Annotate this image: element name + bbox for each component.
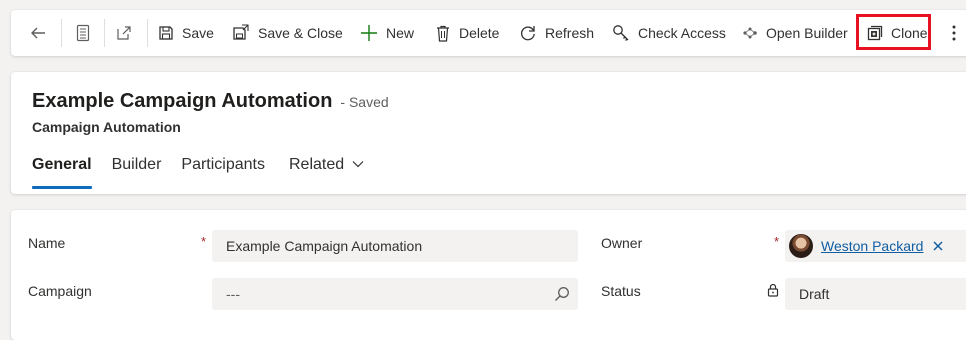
status-field: Draft xyxy=(785,278,966,310)
open-builder-button[interactable]: Open Builder xyxy=(742,10,848,56)
general-section: Name * Example Campaign Automation Owner… xyxy=(11,210,966,340)
save-and-close-button[interactable]: Save & Close xyxy=(232,10,343,56)
record-header: Example Campaign Automation - Saved Camp… xyxy=(11,72,966,194)
tab-related[interactable]: Related xyxy=(289,156,364,189)
refresh-button[interactable]: Refresh xyxy=(519,10,594,56)
tab-builder-label: Builder xyxy=(111,156,162,173)
campaign-lookup-field[interactable]: --- xyxy=(212,278,578,310)
name-field[interactable]: Example Campaign Automation xyxy=(212,230,578,262)
save-and-close-label: Save & Close xyxy=(258,25,343,41)
entity-name: Campaign Automation xyxy=(32,119,181,135)
owner-lookup-field[interactable]: Weston Packard xyxy=(785,230,966,262)
back-button[interactable] xyxy=(29,10,47,56)
refresh-icon xyxy=(521,26,535,41)
tab-list: General Builder Participants Related xyxy=(32,156,384,189)
new-button[interactable]: New xyxy=(360,10,414,56)
tab-participants[interactable]: Participants xyxy=(181,156,265,189)
form-selector-button[interactable] xyxy=(75,10,91,56)
check-access-label: Check Access xyxy=(638,25,726,41)
trash-icon xyxy=(437,25,449,42)
delete-button[interactable]: Delete xyxy=(435,10,499,56)
tab-general[interactable]: General xyxy=(32,156,92,189)
separator xyxy=(104,19,105,47)
tab-general-label: General xyxy=(32,156,92,173)
owner-label: Owner xyxy=(601,235,643,251)
more-vertical-icon xyxy=(952,25,956,41)
tab-participants-label: Participants xyxy=(181,156,265,173)
flow-builder-icon xyxy=(743,27,757,39)
open-builder-label: Open Builder xyxy=(766,25,848,41)
clone-highlight-box xyxy=(856,14,931,50)
document-icon xyxy=(76,24,90,42)
save-close-icon xyxy=(233,24,249,40)
chevron-down-icon xyxy=(352,161,364,168)
more-commands-button[interactable] xyxy=(951,10,957,56)
required-marker: * xyxy=(201,234,207,249)
back-arrow-icon xyxy=(31,27,45,39)
save-button[interactable]: Save xyxy=(158,10,214,56)
status-label: Status xyxy=(601,283,641,299)
save-icon xyxy=(159,26,173,40)
close-icon[interactable] xyxy=(933,241,943,251)
save-status: - Saved xyxy=(340,94,389,110)
required-marker: * xyxy=(774,234,780,249)
save-label: Save xyxy=(182,25,214,41)
delete-label: Delete xyxy=(459,25,500,41)
status-value: Draft xyxy=(799,286,830,302)
tab-related-label: Related xyxy=(289,156,345,173)
pop-out-button[interactable] xyxy=(115,10,133,56)
campaign-label: Campaign xyxy=(28,283,92,299)
owner-link[interactable]: Weston Packard xyxy=(821,238,923,254)
command-bar: Save Save & Close New Delete Refresh Che… xyxy=(11,10,966,56)
name-label: Name xyxy=(28,235,66,251)
check-access-button[interactable]: Check Access xyxy=(612,10,726,56)
plus-icon xyxy=(361,25,377,41)
campaign-value: --- xyxy=(226,286,240,302)
avatar xyxy=(789,234,813,258)
lock-icon xyxy=(767,283,779,297)
pop-out-icon xyxy=(117,26,131,40)
key-icon xyxy=(613,25,629,41)
refresh-label: Refresh xyxy=(545,25,595,41)
name-value: Example Campaign Automation xyxy=(226,238,423,254)
search-icon[interactable] xyxy=(554,286,570,302)
tab-builder[interactable]: Builder xyxy=(112,156,162,189)
title-row: Example Campaign Automation - Saved xyxy=(32,90,389,113)
new-label: New xyxy=(386,25,415,41)
record-title: Example Campaign Automation xyxy=(32,90,333,112)
separator xyxy=(61,19,62,47)
separator xyxy=(147,19,148,47)
